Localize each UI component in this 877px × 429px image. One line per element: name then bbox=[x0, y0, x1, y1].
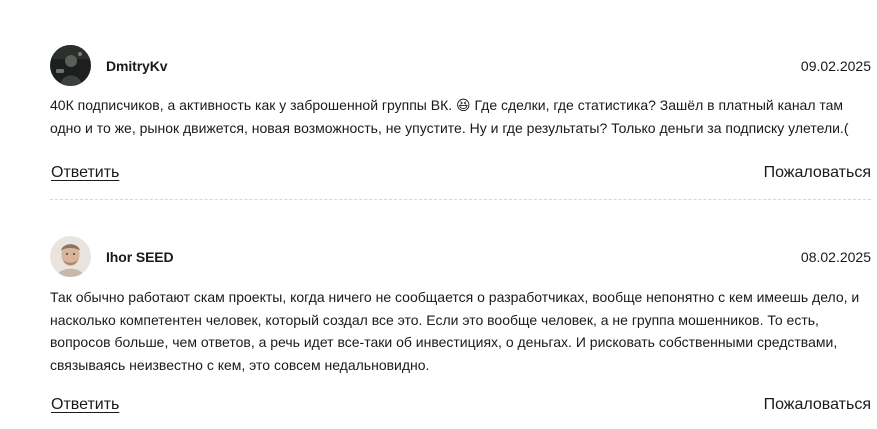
author-name: Ihor SEED bbox=[106, 249, 174, 265]
avatar bbox=[50, 236, 91, 277]
divider bbox=[50, 199, 871, 200]
comment-date: 09.02.2025 bbox=[800, 58, 871, 74]
author-name: DmitryKv bbox=[106, 58, 168, 74]
reply-link[interactable]: Ответить bbox=[51, 396, 119, 414]
avatar-photo-icon bbox=[50, 236, 91, 277]
comment-text: Так обычно работают скам проекты, когда … bbox=[50, 289, 860, 373]
comment-date: 08.02.2025 bbox=[800, 249, 871, 265]
avatar bbox=[50, 45, 91, 86]
report-link[interactable]: Пожаловаться bbox=[764, 164, 871, 182]
comment-text: 40К подписчиков, а активность как у забр… bbox=[50, 97, 849, 136]
avatar-photo-icon bbox=[50, 45, 91, 86]
reply-link[interactable]: Ответить bbox=[51, 164, 119, 182]
report-link[interactable]: Пожаловаться bbox=[764, 396, 871, 414]
